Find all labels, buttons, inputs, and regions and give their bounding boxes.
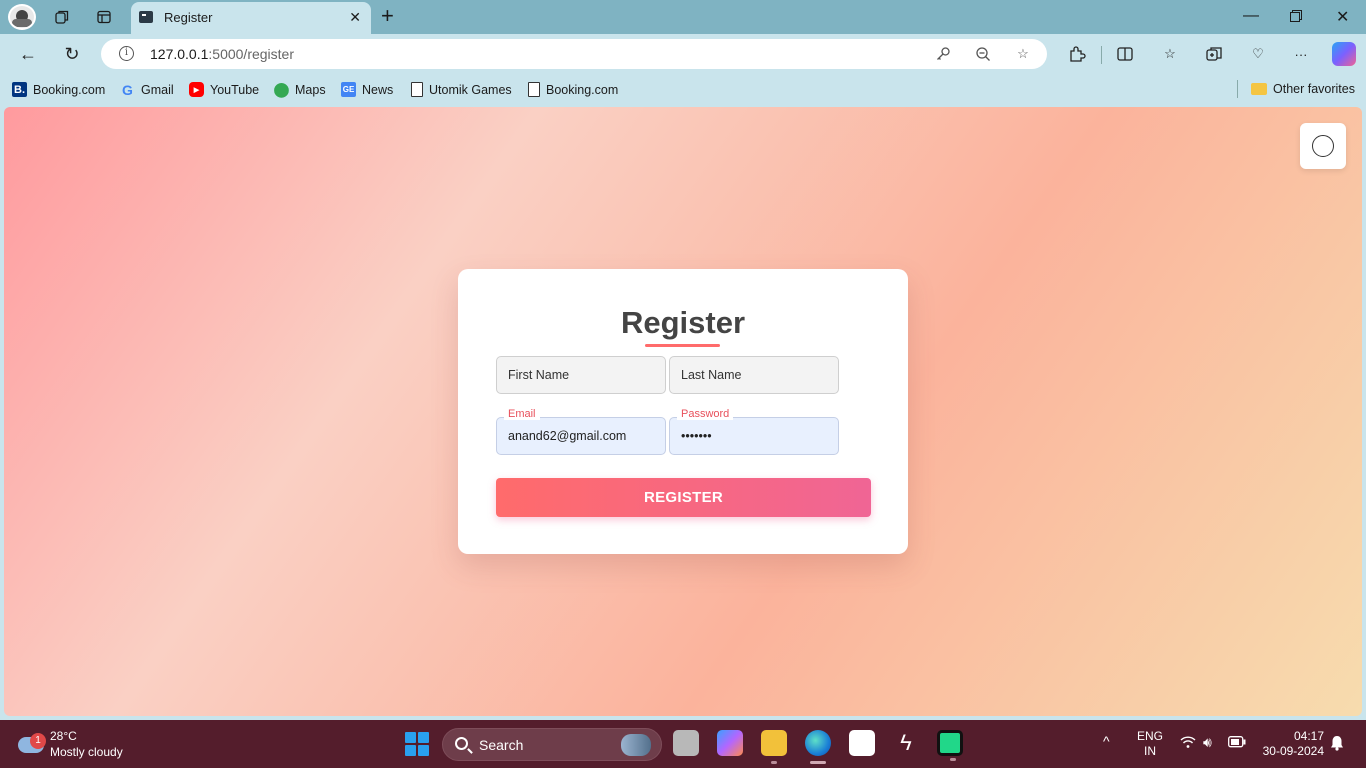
workspaces-icon[interactable]	[50, 5, 74, 29]
site-info-icon[interactable]: i	[119, 46, 134, 61]
restore-icon[interactable]	[1290, 9, 1302, 27]
favorite-maps[interactable]: ⬤ Maps	[273, 81, 326, 97]
page-viewport: Register Email Password REGISTER	[4, 107, 1362, 716]
email-input[interactable]	[497, 418, 665, 454]
favorite-news[interactable]: GE News	[341, 82, 393, 97]
page-icon	[411, 82, 423, 97]
circle-icon	[1312, 135, 1334, 157]
lightning-app-icon[interactable]: ϟ	[893, 730, 919, 756]
password-key-icon[interactable]	[933, 44, 953, 64]
google-icon: G	[122, 81, 133, 98]
pycharm-icon[interactable]	[937, 730, 963, 761]
favorite-gmail[interactable]: G Gmail	[120, 81, 174, 98]
more-options-icon[interactable]: ···	[1290, 43, 1312, 65]
volume-icon[interactable]: 🔊︎	[1203, 734, 1212, 751]
weather-temperature: 28°C	[50, 729, 77, 743]
title-underline	[645, 344, 720, 347]
email-label: Email	[504, 408, 540, 420]
weather-widget[interactable]: 1 28°C Mostly cloudy	[14, 727, 144, 763]
other-favorites[interactable]: Other favorites	[1251, 82, 1355, 96]
favorite-star-icon[interactable]: ☆	[1013, 44, 1033, 64]
search-label: Search	[479, 737, 524, 753]
task-view-icon[interactable]	[673, 730, 699, 756]
system-clock[interactable]: 04:17 30-09-2024	[1258, 729, 1324, 759]
password-field[interactable]: Password	[669, 408, 839, 455]
refresh-icon[interactable]: ↻	[60, 42, 84, 66]
vertical-tabs-icon[interactable]	[92, 5, 116, 29]
microsoft-store-icon[interactable]	[849, 730, 875, 756]
copilot-icon[interactable]	[1332, 42, 1356, 66]
news-icon: GE	[341, 82, 356, 97]
notification-badge: 1	[30, 733, 46, 749]
battery-icon[interactable]	[1228, 736, 1246, 751]
search-icon	[455, 737, 468, 750]
folder-icon	[1251, 83, 1267, 95]
favorites-bar: B. Booking.com G Gmail ▶ YouTube ⬤ Maps GE Ne…	[0, 74, 1366, 106]
language-indicator[interactable]: ENG IN	[1137, 729, 1163, 759]
extensions-icon[interactable]	[1066, 43, 1088, 65]
tab-register[interactable]: Register ✕	[131, 2, 371, 34]
close-tab-icon[interactable]: ✕	[349, 9, 361, 26]
windows-start-icon[interactable]	[405, 732, 429, 756]
browser-title-bar: Register ✕ + — ✕	[0, 0, 1366, 34]
search-highlight-icon	[621, 734, 651, 756]
taskbar-search[interactable]: Search	[442, 728, 662, 761]
password-label: Password	[677, 408, 734, 420]
browser-essentials-heart-icon[interactable]: ♡	[1247, 43, 1269, 65]
wifi-icon[interactable]	[1180, 735, 1196, 752]
minimize-icon[interactable]: —	[1243, 7, 1259, 25]
favorite-youtube[interactable]: ▶ YouTube	[189, 82, 259, 97]
url-text[interactable]: 127.0.0.1:5000/register	[150, 46, 294, 62]
zoom-out-icon[interactable]	[973, 44, 993, 64]
page-title: Register	[620, 305, 746, 340]
terminal-favicon-icon	[139, 11, 153, 23]
email-field[interactable]: Email	[496, 408, 666, 455]
split-screen-icon[interactable]	[1114, 43, 1136, 65]
browser-toolbar: ← ↻ i 127.0.0.1:5000/register ☆ ☆ ♡ ···	[0, 34, 1366, 74]
favorite-booking[interactable]: B. Booking.com	[12, 82, 105, 97]
close-window-icon[interactable]: ✕	[1336, 7, 1349, 27]
favorites-divider	[1237, 80, 1238, 98]
copilot-taskbar-icon[interactable]	[717, 730, 743, 756]
back-arrow-icon[interactable]: ←	[16, 42, 40, 66]
maps-pin-icon: ⬤	[273, 81, 290, 97]
favorite-utomik[interactable]: Utomik Games	[411, 82, 512, 97]
collections-icon[interactable]	[1203, 43, 1225, 65]
register-button[interactable]: REGISTER	[496, 478, 871, 517]
first-name-field[interactable]	[496, 356, 666, 394]
tab-title: Register	[164, 10, 213, 25]
last-name-field[interactable]	[669, 356, 839, 394]
address-bar[interactable]: i 127.0.0.1:5000/register ☆	[101, 39, 1047, 69]
toolbar-divider	[1101, 46, 1102, 64]
register-card: Register Email Password REGISTER	[458, 269, 908, 554]
last-name-input[interactable]	[670, 357, 838, 393]
page-icon	[528, 82, 540, 97]
file-explorer-icon[interactable]	[761, 730, 787, 764]
favorites-list-icon[interactable]: ☆	[1159, 43, 1181, 65]
profile-avatar[interactable]	[8, 4, 36, 30]
youtube-icon: ▶	[189, 82, 204, 97]
first-name-input[interactable]	[497, 357, 665, 393]
edge-browser-icon[interactable]	[805, 730, 831, 764]
favorite-booking-2[interactable]: Booking.com	[528, 82, 618, 97]
weather-condition: Mostly cloudy	[50, 745, 123, 759]
show-hidden-icons-icon[interactable]: ^	[1103, 733, 1110, 749]
theme-toggle-button[interactable]	[1300, 123, 1346, 169]
new-tab-icon[interactable]: +	[381, 4, 394, 28]
windows-taskbar: 1 28°C Mostly cloudy Search ϟ ^ ENG IN 🔊…	[0, 720, 1366, 768]
password-input[interactable]	[670, 418, 838, 454]
booking-icon: B.	[12, 82, 27, 97]
notification-bell-icon[interactable]	[1330, 735, 1344, 754]
